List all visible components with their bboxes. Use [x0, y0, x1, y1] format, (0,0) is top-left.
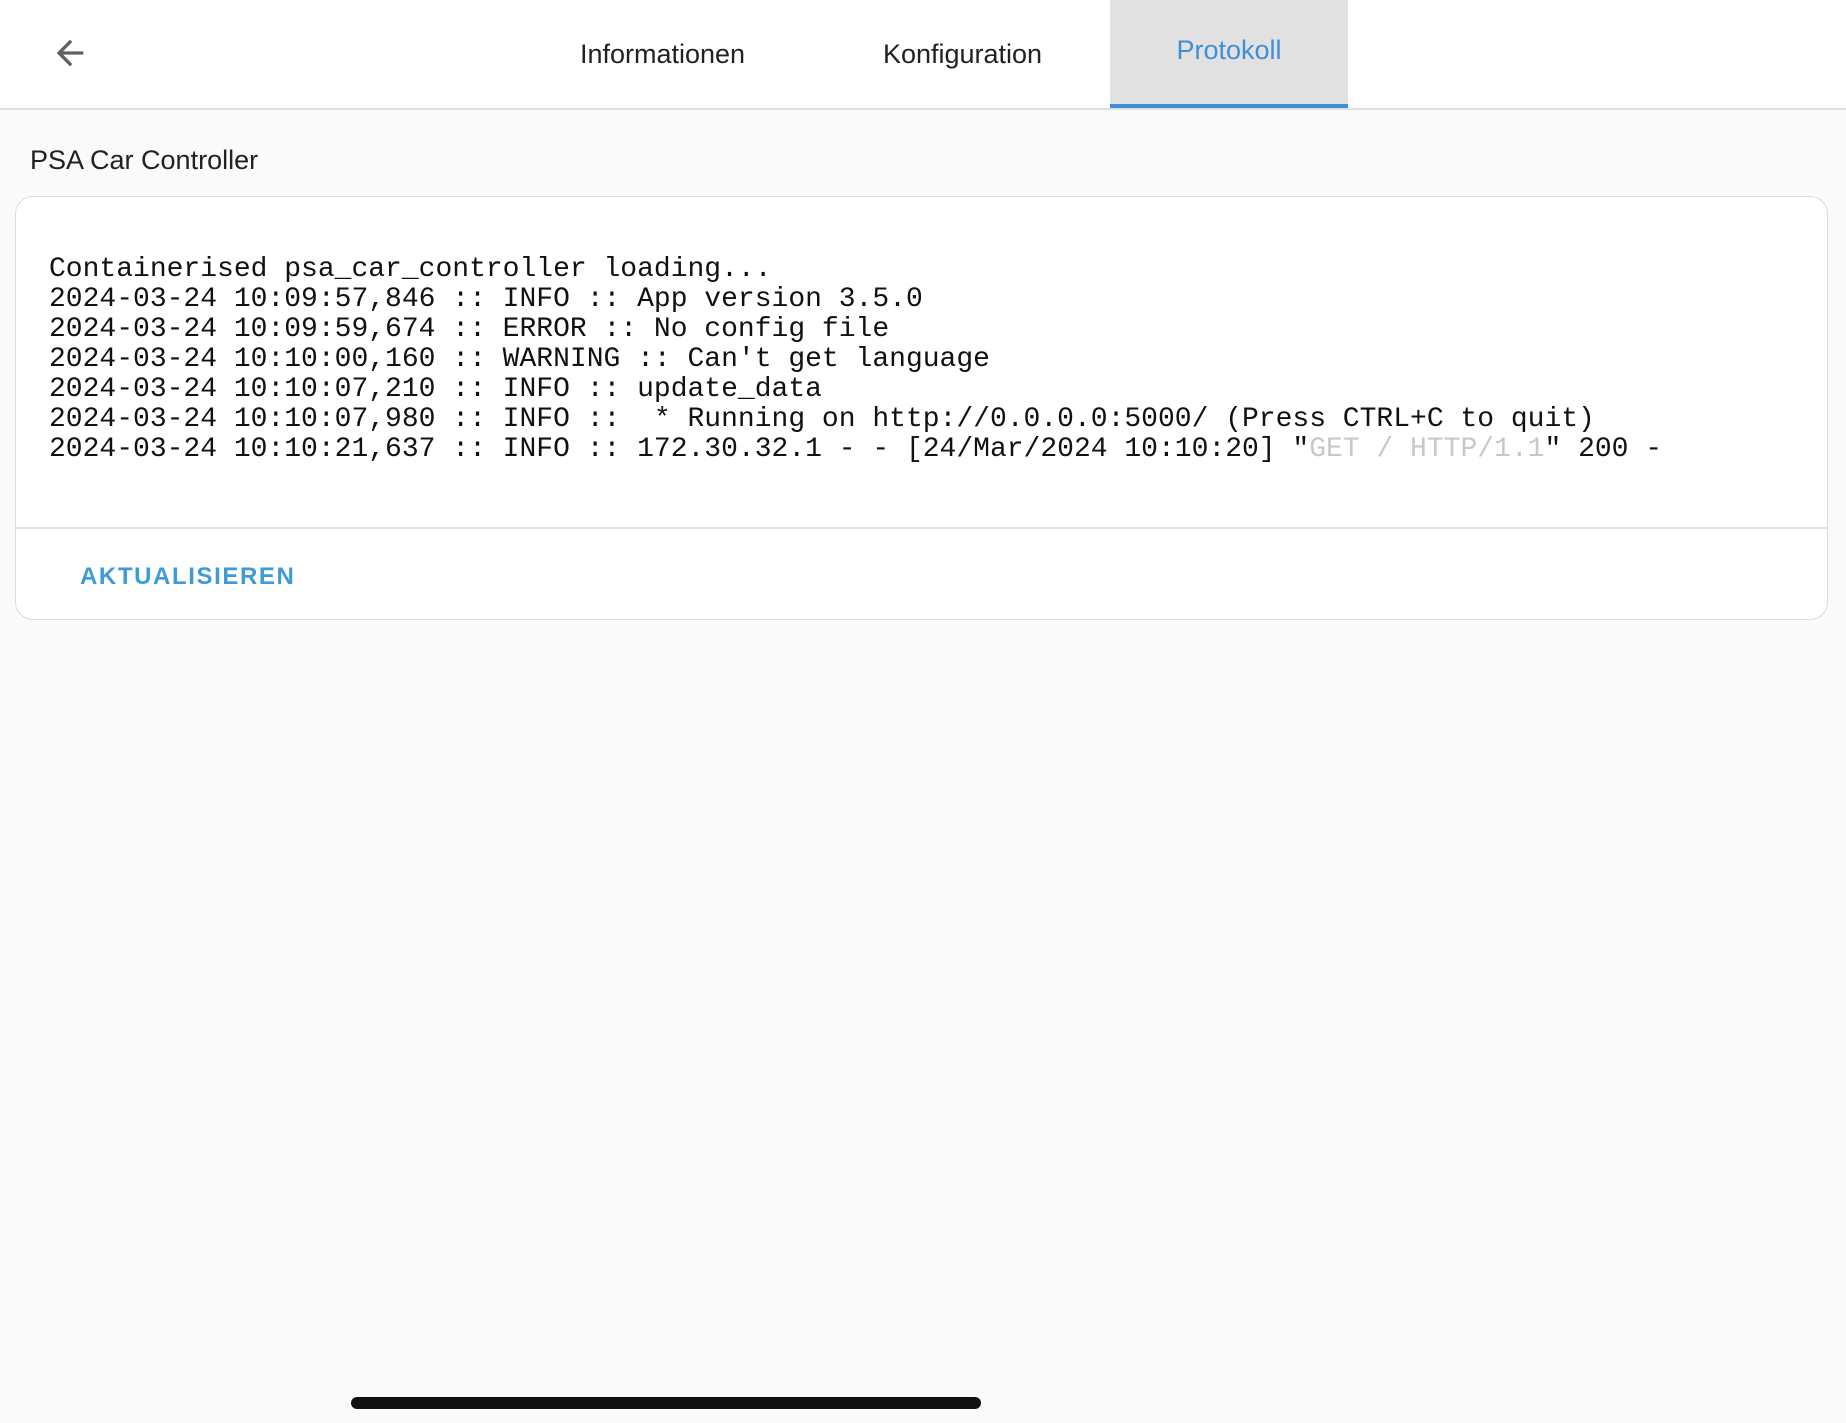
log-line: 2024-03-24 10:09:57,846 :: INFO :: App v…	[49, 284, 923, 315]
log-line-prefix: 2024-03-24 10:10:21,637 :: INFO :: 172.3…	[49, 434, 1310, 465]
tab-label: Konfiguration	[882, 38, 1043, 69]
tab-konfiguration[interactable]: Konfiguration	[838, 0, 1087, 108]
tab-label: Protokoll	[1176, 34, 1282, 65]
log-card: Containerised psa_car_controller loading…	[15, 196, 1828, 620]
card-divider	[16, 527, 1827, 529]
log-line-request: GET / HTTP/1.1	[1309, 434, 1545, 465]
tab-protokoll[interactable]: Protokoll	[1110, 0, 1348, 108]
log-line: 2024-03-24 10:10:00,160 :: WARNING :: Ca…	[49, 344, 990, 375]
top-app-bar: Informationen Konfiguration Protokoll	[0, 0, 1846, 110]
addon-title: PSA Car Controller	[30, 145, 259, 175]
log-line: 2024-03-24 10:09:59,674 :: ERROR :: No c…	[49, 314, 890, 345]
log-line-suffix: " 200 -	[1544, 434, 1663, 465]
log-line: 2024-03-24 10:10:07,210 :: INFO :: updat…	[49, 374, 822, 405]
log-output: Containerised psa_car_controller loading…	[49, 255, 1662, 465]
tab-bar: Informationen Konfiguration Protokoll	[0, 0, 1846, 108]
tab-label: Informationen	[579, 38, 746, 69]
refresh-button[interactable]: AKTUALISIEREN	[64, 555, 311, 599]
home-indicator[interactable]	[351, 1397, 981, 1409]
tab-informationen[interactable]: Informationen	[540, 0, 785, 108]
log-line: 2024-03-24 10:10:07,980 :: INFO :: * Run…	[49, 404, 1595, 435]
log-line: Containerised psa_car_controller loading…	[49, 254, 772, 285]
